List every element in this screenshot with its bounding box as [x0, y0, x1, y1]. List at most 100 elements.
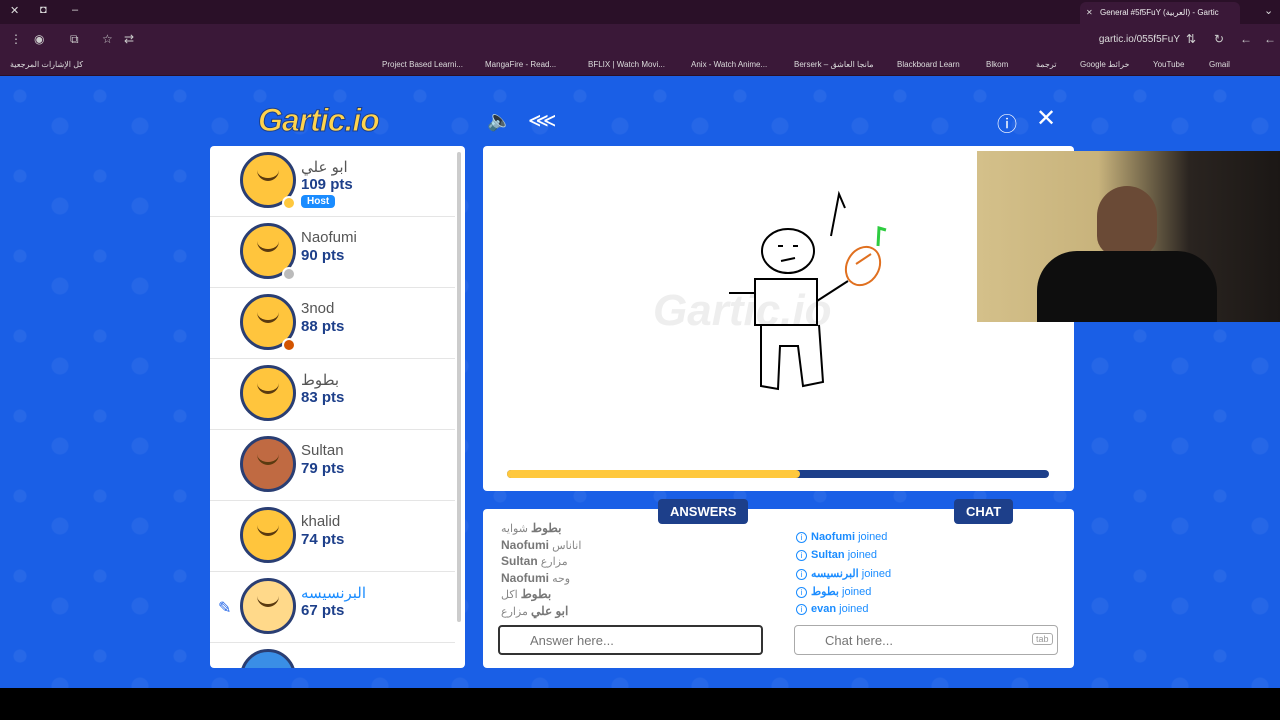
- info-icon[interactable]: ⓘ: [997, 108, 1017, 137]
- back-icon[interactable]: ←: [1264, 32, 1276, 46]
- chat-item: i Sultan joined: [796, 549, 1046, 567]
- webcam-overlay: [977, 151, 1280, 322]
- bookmark-item[interactable]: Gmail: [1209, 60, 1230, 69]
- player-points: 83 pts: [301, 389, 345, 406]
- browser-tab[interactable]: ✕ General #5f5FuY (العربية) - Gartic: [1080, 2, 1240, 24]
- status-dot: [282, 267, 296, 281]
- player-row: Sultan 79 pts: [210, 430, 455, 501]
- address-bar[interactable]: gartic.io/055f5FuY: [1099, 34, 1180, 45]
- player-row: ✎ البرنسيسه 67 pts: [210, 572, 455, 643]
- bookmark-item[interactable]: Anix - Watch Anime...: [691, 60, 767, 69]
- bookmarks-bar: كل الإشارات المرجعية Project Based Learn…: [0, 56, 1280, 76]
- player-points: 90 pts: [301, 247, 345, 264]
- player-name: Sultan: [301, 442, 344, 459]
- bookmark-item[interactable]: كل الإشارات المرجعية: [10, 60, 83, 69]
- timer-fill: [507, 470, 800, 478]
- info-icon: i: [796, 587, 807, 598]
- avatar: [240, 578, 296, 634]
- close-window-icon[interactable]: ✕: [10, 4, 19, 17]
- answer-item: Sultan مزارع: [501, 554, 568, 568]
- streamer-body: [1037, 251, 1217, 322]
- minimize-icon[interactable]: –: [72, 4, 78, 16]
- status-dot: [282, 338, 296, 352]
- close-icon[interactable]: ✕: [1036, 104, 1056, 133]
- gartic-logo: Gartic.io: [258, 102, 381, 139]
- extension-icon[interactable]: ◘: [40, 4, 47, 16]
- bookmark-item[interactable]: Blackboard Learn: [897, 60, 960, 69]
- answer-item: بطوط اكل: [501, 587, 552, 601]
- profile-icon[interactable]: ◉: [34, 32, 44, 46]
- browser-toolbar: ⋮ ◉ ⧉ ☆ ⇄ gartic.io/055f5FuY ⇅ ↻ ← ←: [0, 24, 1280, 56]
- player-row: ابو علي 109 pts Host: [210, 146, 455, 217]
- answer-item: بطوط شوايه: [501, 521, 562, 535]
- bookmark-item[interactable]: BFLIX | Watch Movi...: [588, 60, 665, 69]
- bookmark-item[interactable]: MangaFire - Read...: [485, 60, 556, 69]
- chat-item: i البرنسيسه joined: [796, 567, 1046, 585]
- bookmark-item[interactable]: Berserk – مانجا العاشق: [794, 60, 874, 69]
- player-row-partial: [210, 643, 455, 668]
- menu-icon[interactable]: ⋮: [10, 32, 22, 46]
- site-info-icon[interactable]: ⇄: [124, 32, 134, 46]
- round-timer: [507, 470, 1049, 478]
- player-name: بطوط: [301, 372, 340, 389]
- answer-item: Naofumi اناناس: [501, 537, 582, 552]
- player-scrollbar[interactable]: [457, 152, 461, 622]
- player-name: Naofumi: [301, 229, 357, 246]
- avatar: [240, 436, 296, 492]
- video-letterbox: [0, 688, 1280, 720]
- player-row: Naofumi 90 pts: [210, 217, 455, 288]
- bookmark-star-icon[interactable]: ☆: [102, 32, 113, 46]
- player-row: بطوط 83 pts: [210, 359, 455, 430]
- browser-tab-strip: ✕ ◘ – + ✕ General #5f5FuY (العربية) - Ga…: [0, 0, 1280, 24]
- answer-item: Naofumi وحه: [501, 570, 571, 585]
- player-points: 88 pts: [301, 318, 345, 335]
- avatar: [240, 365, 296, 421]
- player-list: ابو علي 109 pts Host Naofumi 90 pts 3nod…: [210, 146, 465, 668]
- chat-input[interactable]: [794, 625, 1058, 655]
- bookmark-item[interactable]: Project Based Learni...: [382, 60, 463, 69]
- tune-icon[interactable]: ⇅: [1186, 32, 1196, 46]
- player-name: khalid: [301, 513, 341, 530]
- player-name: ابو علي: [301, 159, 348, 176]
- reload-icon[interactable]: ↻: [1214, 32, 1224, 46]
- chat-list: i Naofumi joined i Sultan joined i البرنسيس…: [796, 531, 1046, 621]
- tab-title: General #5f5FuY (العربية) - Gartic: [1100, 8, 1219, 17]
- player-points: 67 pts: [301, 602, 345, 619]
- player-points: 74 pts: [301, 531, 345, 548]
- chat-tab[interactable]: CHAT: [954, 499, 1014, 524]
- info-icon: i: [796, 532, 807, 543]
- answer-item: ابو علي مزارع: [501, 603, 569, 618]
- share-icon[interactable]: ⋘: [528, 108, 556, 133]
- player-row: khalid 74 pts: [210, 501, 455, 572]
- bookmark-item[interactable]: YouTube: [1153, 60, 1184, 69]
- player-points: 79 pts: [301, 460, 345, 477]
- bookmark-item[interactable]: Blkom: [986, 60, 1008, 69]
- chat-item: i evan joined: [796, 603, 1046, 621]
- status-dot: [282, 196, 296, 210]
- tab-close-icon[interactable]: ✕: [1086, 2, 1093, 24]
- tab-menu-icon[interactable]: ⌄: [1264, 4, 1273, 17]
- chat-item: i Naofumi joined: [796, 531, 1046, 549]
- extensions-icon[interactable]: ⧉: [70, 32, 79, 47]
- forward-icon[interactable]: ←: [1240, 32, 1252, 46]
- avatar: [240, 649, 296, 668]
- tab-key-hint: tab: [1032, 633, 1053, 645]
- chat-item: i بطوط joined: [796, 585, 1046, 603]
- answers-list: بطوط شوايه Naofumi اناناس Sultan مزارع N…: [501, 521, 761, 620]
- answer-input[interactable]: [498, 625, 763, 655]
- bookmark-item[interactable]: Google خرائط: [1080, 60, 1129, 69]
- avatar: [240, 507, 296, 563]
- info-icon: i: [796, 569, 807, 580]
- info-icon: i: [796, 604, 807, 615]
- streamer-head: [1097, 186, 1157, 256]
- player-points: 109 pts: [301, 176, 353, 193]
- info-icon: i: [796, 550, 807, 561]
- player-name: 3nod: [301, 300, 335, 317]
- bookmark-item[interactable]: ترجمة: [1036, 60, 1057, 69]
- sound-icon[interactable]: 🔈: [487, 108, 512, 133]
- player-row: 3nod 88 pts: [210, 288, 455, 359]
- player-name: البرنسيسه: [301, 585, 367, 602]
- host-badge: Host: [301, 195, 336, 208]
- drawing-pencil-icon: ✎: [218, 600, 232, 617]
- game-page: Gartic.io 🔈 ⋘ ⓘ ✕ ابو علي 109 pts Host N…: [0, 76, 1280, 688]
